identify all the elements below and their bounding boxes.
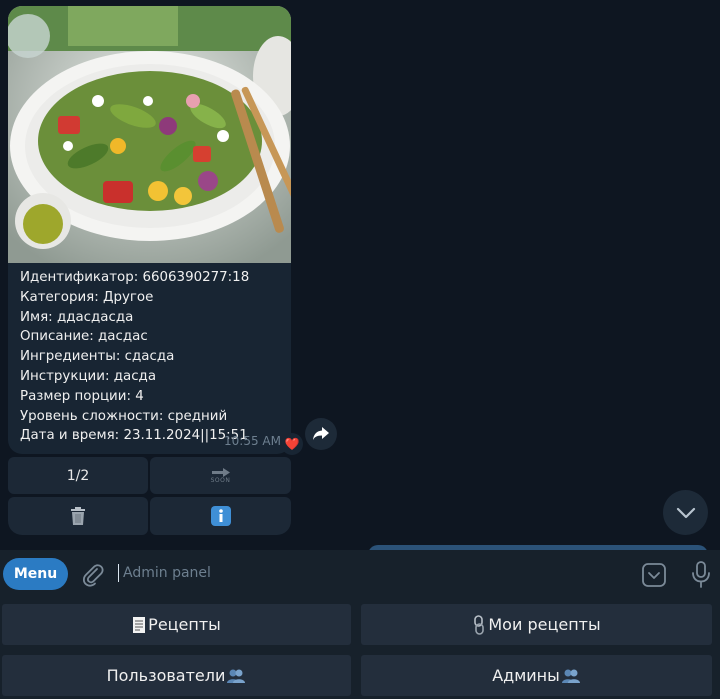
caption-ingredients: Ингредиенты: сдасда [20, 349, 175, 365]
arrow-right-icon [211, 467, 230, 477]
text-caret [118, 564, 119, 582]
page-indicator-button[interactable]: 1/2 [8, 457, 148, 494]
message-composer: Menu Admin panel [0, 550, 720, 600]
share-arrow-icon [313, 427, 329, 440]
heart-reaction[interactable]: ❤️ [281, 433, 303, 455]
my-recipes-label: Мои рецепты [488, 615, 601, 634]
trash-can-icon [71, 507, 85, 525]
info-button[interactable] [150, 497, 291, 535]
caption-category: Категория: Другое [20, 289, 154, 305]
microphone-icon[interactable] [690, 560, 712, 590]
recipes-label: Рецепты [148, 615, 221, 634]
share-button[interactable] [305, 418, 337, 450]
recipes-button[interactable]: Рецепты [2, 604, 351, 645]
admins-button[interactable]: Админы [361, 655, 712, 696]
people-icon [227, 669, 246, 683]
delete-button[interactable] [8, 497, 148, 535]
caption-difficulty: Уровень сложности: средний [20, 408, 228, 424]
chat-area: Идентификатор: 6606390277:18 Категория: … [0, 0, 720, 557]
people-icon [561, 669, 580, 683]
keyboard-toggle-icon[interactable] [641, 562, 667, 588]
scroll-down-button[interactable] [663, 490, 708, 535]
chevron-down-icon [676, 507, 695, 518]
page-indicator-label: 1/2 [66, 467, 90, 484]
admins-label: Админы [492, 666, 560, 685]
message-input-placeholder: Admin panel [123, 565, 211, 581]
menu-button[interactable]: Menu [3, 558, 68, 590]
users-button[interactable]: Пользователи [2, 655, 351, 696]
chain-link-icon [474, 614, 485, 635]
caption-instructions: Инструкции: дасда [20, 368, 157, 384]
recipe-caption: Идентификатор: 6606390277:18 Категория: … [20, 268, 288, 446]
users-label: Пользователи [106, 666, 226, 685]
next-soon-button[interactable]: SOON [150, 457, 291, 494]
salad-photo[interactable] [8, 6, 291, 263]
caption-name: Имя: ддасдасда [20, 309, 134, 325]
message-input[interactable]: Admin panel [118, 560, 618, 586]
my-recipes-button[interactable]: Мои рецепты [361, 604, 712, 645]
caption-id: Идентификатор: 6606390277:18 [20, 270, 250, 285]
paperclip-icon[interactable] [80, 562, 106, 588]
caption-description: Описание: дасдас [20, 329, 148, 345]
info-icon [210, 506, 231, 526]
message-time: 10:55 AM [224, 434, 281, 448]
soon-label: SOON [210, 476, 231, 484]
caption-servings: Размер порции: 4 [20, 388, 144, 404]
receipt-icon [133, 616, 146, 633]
recipe-message[interactable]: Идентификатор: 6606390277:18 Категория: … [8, 6, 291, 454]
reply-keyboard: Рецепты Мои рецепты Пользователи Админы [0, 600, 720, 699]
